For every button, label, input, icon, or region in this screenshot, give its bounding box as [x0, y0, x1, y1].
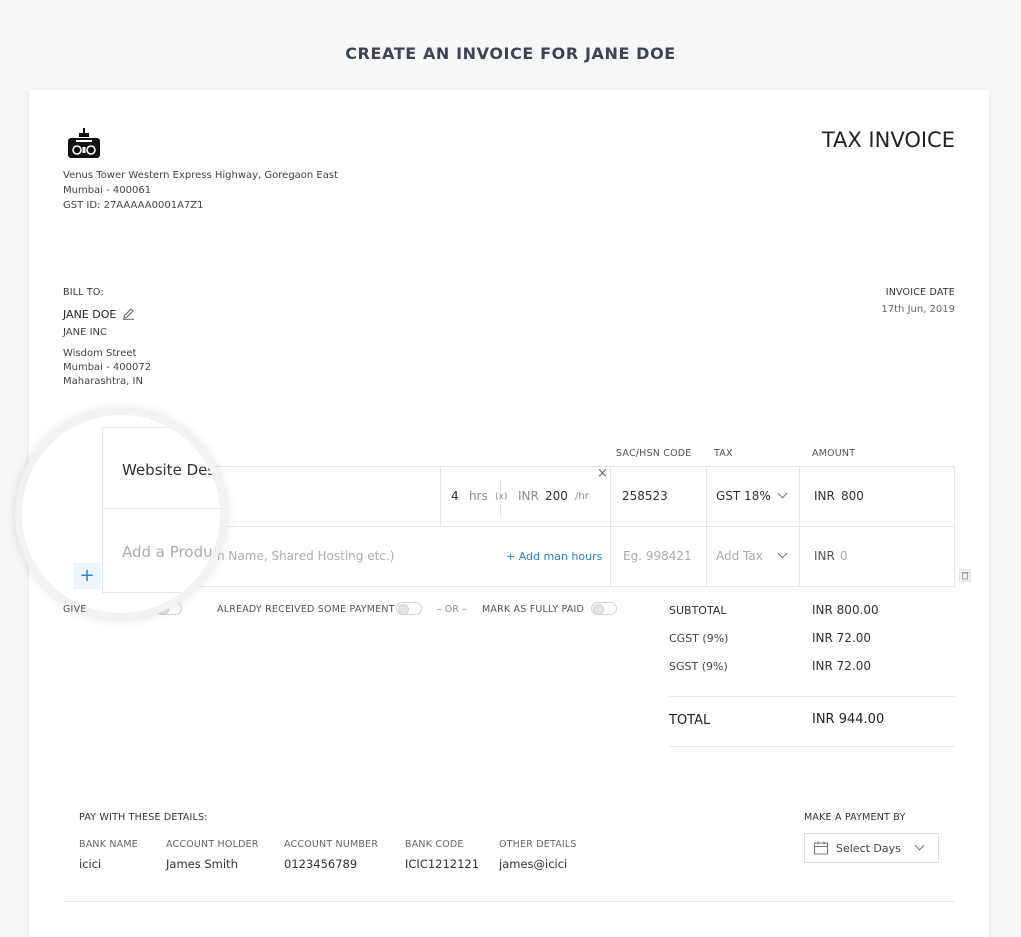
- qty-unit: hrs: [469, 489, 488, 503]
- header-tax: TAX: [714, 448, 733, 459]
- company-address-line2: Mumbai - 400061: [63, 185, 152, 196]
- tax-placeholder[interactable]: Add Tax: [716, 549, 763, 563]
- amount-value-2: 0: [840, 549, 848, 563]
- rate-currency: INR: [518, 489, 539, 503]
- sac-placeholder[interactable]: Eg. 998421: [623, 549, 692, 563]
- add-man-hours-link[interactable]: + Add man hours: [506, 550, 602, 563]
- add-row-button[interactable]: +: [73, 563, 101, 589]
- bank-code-header: BANK CODE: [405, 839, 464, 850]
- fully-paid-label: MARK AS FULLY PAID: [482, 604, 584, 615]
- company-logo-icon: [68, 128, 100, 158]
- account-number-value: 0123456789: [284, 857, 358, 871]
- product-name-placeholder[interactable]: n Name, Shared Hosting etc.): [217, 549, 394, 563]
- bill-to-street: Wisdom Street: [63, 348, 137, 359]
- magnifier-lens: Website Des Add a Produc: [15, 408, 227, 620]
- page-title: CREATE AN INVOICE FOR JANE DOE: [345, 44, 676, 63]
- description-input[interactable]: Website Des: [122, 461, 215, 479]
- company-address-line1: Venus Tower Western Express Highway, Gor…: [63, 170, 339, 181]
- calendar-icon: [814, 841, 828, 855]
- invoice-date-label: INVOICE DATE: [885, 287, 955, 298]
- bank-code-value: ICIC1212121: [405, 857, 480, 871]
- pay-details-label: PAY WITH THESE DETAILS:: [79, 812, 208, 823]
- bill-to-city: Mumbai - 400072: [63, 362, 152, 373]
- chevron-down-icon: [914, 840, 925, 851]
- trash-icon[interactable]: [959, 569, 971, 582]
- amount-currency-2: INR: [814, 549, 835, 563]
- bill-to-name: JANE DOE: [63, 308, 117, 321]
- sac-input[interactable]: 258523: [622, 489, 668, 503]
- sgst-label: SGST (9%): [669, 660, 728, 673]
- subtotal-label: SUBTOTAL: [669, 604, 727, 617]
- invoice-date-value: 17th Jun, 2019: [881, 304, 955, 315]
- total-value: INR 944.00: [812, 712, 885, 727]
- invoice-heading: TAX INVOICE: [821, 128, 955, 152]
- rate-input[interactable]: 200: [545, 489, 568, 503]
- select-days-dropdown[interactable]: Select Days: [804, 833, 939, 863]
- amount-value: 800: [841, 489, 864, 503]
- account-holder-header: ACCOUNT HOLDER: [166, 839, 259, 850]
- product-placeholder-magnified[interactable]: Add a Produc: [122, 543, 220, 561]
- other-details-value: james@icici: [499, 857, 568, 871]
- bank-name-header: BANK NAME: [79, 839, 138, 850]
- bill-to-state: Maharashtra, IN: [63, 376, 143, 387]
- select-days-value: Select Days: [836, 842, 901, 855]
- or-separator: – OR –: [437, 604, 467, 615]
- bill-to-label: BILL TO:: [63, 287, 104, 298]
- account-number-header: ACCOUNT NUMBER: [284, 839, 379, 850]
- times-label: (x): [495, 492, 508, 502]
- qty-input[interactable]: 4: [451, 489, 459, 503]
- fully-paid-toggle[interactable]: [591, 602, 617, 615]
- account-holder-value: James Smith: [166, 857, 238, 871]
- give-label: GIVE: [63, 604, 87, 615]
- bill-to-company: JANE INC: [63, 327, 108, 338]
- header-amount: AMOUNT: [812, 448, 856, 459]
- sgst-value: INR 72.00: [812, 659, 872, 673]
- subtotal-value: INR 800.00: [812, 603, 879, 617]
- total-label: TOTAL: [669, 713, 711, 728]
- magnified-table: [102, 427, 220, 593]
- company-gst: GST ID: 27AAAAA0001A7Z1: [63, 200, 204, 211]
- make-payment-label: MAKE A PAYMENT BY: [804, 812, 906, 823]
- cgst-label: CGST (9%): [669, 632, 729, 645]
- received-payment-toggle[interactable]: [396, 602, 422, 615]
- cgst-value: INR 72.00: [812, 631, 872, 645]
- header-sac: SAC/HSN CODE: [616, 448, 692, 459]
- other-details-header: OTHER DETAILS: [499, 839, 577, 850]
- amount-currency: INR: [814, 489, 835, 503]
- bank-name-value: icici: [79, 857, 102, 871]
- edit-pencil-icon[interactable]: [122, 307, 135, 320]
- invoice-card: Venus Tower Western Express Highway, Gor…: [15, 90, 989, 937]
- tax-select[interactable]: GST 18%: [716, 489, 771, 503]
- received-payment-label: ALREADY RECEIVED SOME PAYMENT: [217, 604, 395, 615]
- rate-unit: /hr: [575, 491, 589, 502]
- remove-row-button[interactable]: ×: [597, 466, 608, 481]
